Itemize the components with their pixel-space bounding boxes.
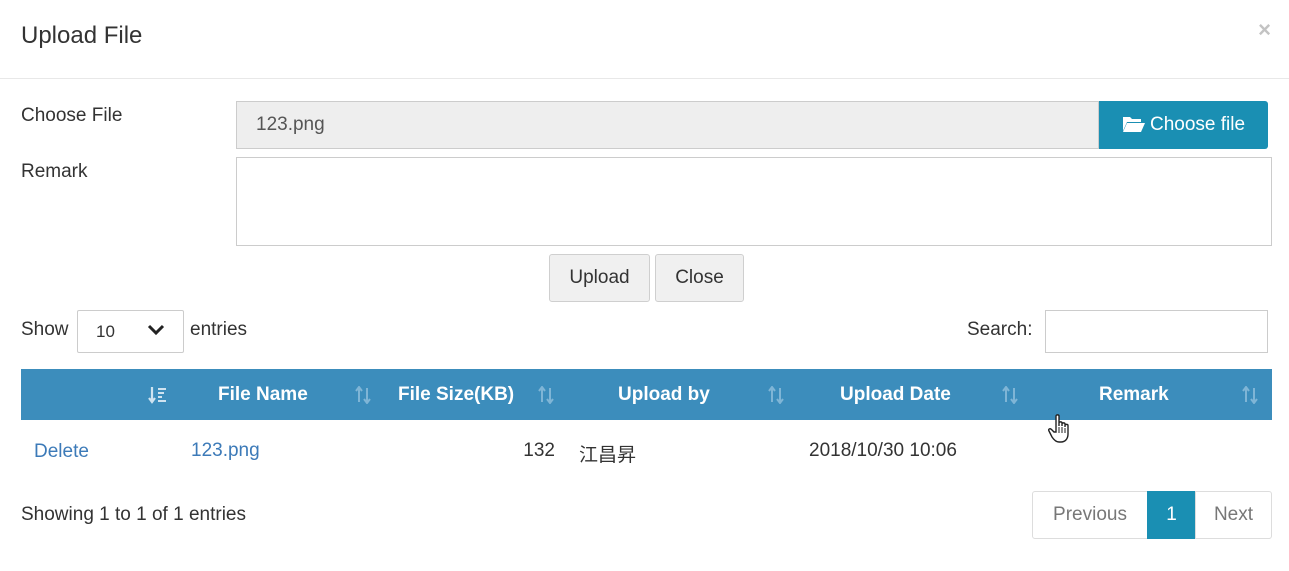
choose-file-button-label: Choose file xyxy=(1149,114,1246,135)
column-header-label: Remark xyxy=(1099,384,1169,405)
page-1-button[interactable]: 1 xyxy=(1147,491,1196,539)
upload-by-cell: 江昌昇 xyxy=(579,445,637,466)
show-label: Show xyxy=(21,319,69,340)
previous-page-button[interactable]: Previous xyxy=(1032,491,1148,539)
sort-icon xyxy=(1002,386,1018,404)
delete-link[interactable]: Delete xyxy=(34,441,89,463)
modal-header: Upload File × xyxy=(0,0,1289,79)
file-size-cell: 132 xyxy=(523,440,555,461)
sort-icon xyxy=(1242,386,1258,404)
modal-title: Upload File xyxy=(21,22,143,49)
entries-select[interactable]: 10 xyxy=(77,310,184,353)
table-info: Showing 1 to 1 of 1 entries xyxy=(21,504,246,525)
sort-icon xyxy=(768,386,784,404)
column-header-label: Upload by xyxy=(618,384,710,405)
column-header-upload-date[interactable]: Upload Date xyxy=(801,369,1041,420)
table-header: File Name File Size(KB) Upload by Upload… xyxy=(21,369,1272,420)
file-name-link[interactable]: 123.png xyxy=(191,440,260,462)
file-name-display: 123.png xyxy=(236,101,1099,149)
hand-cursor-icon xyxy=(1048,414,1069,443)
next-page-button[interactable]: Next xyxy=(1195,491,1272,539)
column-header-label: File Name xyxy=(218,384,308,405)
column-header-upload-by[interactable]: Upload by xyxy=(576,369,801,420)
column-header-action[interactable] xyxy=(21,369,176,420)
search-label: Search: xyxy=(967,319,1033,340)
remark-textarea[interactable] xyxy=(236,157,1272,246)
close-button[interactable]: Close xyxy=(655,254,744,302)
choose-file-label: Choose File xyxy=(21,105,123,126)
search-input[interactable] xyxy=(1045,310,1268,353)
entries-select-value: 10 xyxy=(96,322,115,341)
column-header-file-size[interactable]: File Size(KB) xyxy=(376,369,576,420)
sort-icon xyxy=(538,386,554,404)
column-header-file-name[interactable]: File Name xyxy=(176,369,376,420)
sort-desc-icon xyxy=(148,387,166,404)
column-header-remark[interactable]: Remark xyxy=(1041,369,1272,420)
choose-file-button[interactable]: Choose file xyxy=(1099,101,1268,149)
chevron-down-icon xyxy=(147,324,165,336)
upload-button[interactable]: Upload xyxy=(549,254,650,302)
upload-date-cell: 2018/10/30 10:06 xyxy=(809,440,957,461)
entries-label: entries xyxy=(190,319,248,340)
sort-icon xyxy=(355,386,371,404)
remark-label: Remark xyxy=(21,161,88,182)
column-header-label: Upload Date xyxy=(840,384,951,405)
column-header-label: File Size(KB) xyxy=(398,384,515,405)
close-icon[interactable]: × xyxy=(1258,18,1271,42)
folder-open-icon xyxy=(1122,117,1145,132)
